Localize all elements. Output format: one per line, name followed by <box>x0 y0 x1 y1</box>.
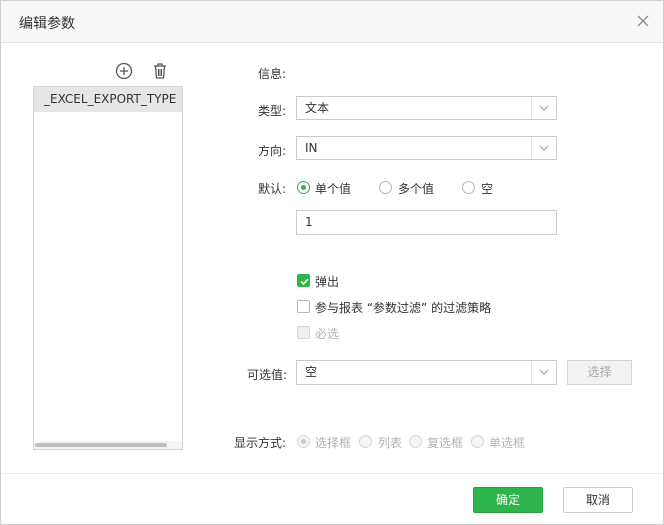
plus-circle-icon[interactable] <box>114 61 134 81</box>
select-button[interactable]: 选择 <box>567 360 632 385</box>
display-combobox-label: 选择框 <box>315 436 352 450</box>
join-filter-checkbox[interactable] <box>297 300 310 313</box>
default-value-input[interactable]: 1 <box>296 210 557 235</box>
list-item[interactable]: _EXCEL_EXPORT_TYPE <box>34 87 182 112</box>
default-empty-label[interactable]: 空 <box>481 180 493 197</box>
display-checkbox-label: 复选框 <box>427 436 464 450</box>
display-mode-label: 显示方式: <box>234 436 287 450</box>
display-list-label: 列表 <box>378 436 403 450</box>
dialog-header: 编辑参数 <box>1 1 663 43</box>
ok-button[interactable]: 确定 <box>473 487 543 513</box>
default-label: 默认: <box>258 182 287 196</box>
info-label: 信息: <box>258 67 287 81</box>
dialog-title: 编辑参数 <box>19 16 75 32</box>
trash-icon[interactable] <box>150 61 170 81</box>
display-combobox-radio[interactable] <box>297 435 310 448</box>
optional-values-select[interactable]: 空 <box>296 360 557 385</box>
default-single-radio[interactable] <box>297 181 310 194</box>
display-radiobox-radio[interactable] <box>471 435 484 448</box>
default-multiple-label[interactable]: 多个值 <box>398 180 434 197</box>
horizontal-scrollbar[interactable] <box>34 441 182 449</box>
required-label: 必选 <box>315 327 340 341</box>
optional-values-label: 可选值: <box>247 368 288 382</box>
popup-label[interactable]: 弹出 <box>315 273 339 290</box>
default-value-text: 1 <box>305 215 313 229</box>
scrollbar-thumb[interactable] <box>35 443 167 447</box>
direction-select[interactable]: IN <box>296 136 557 160</box>
display-radiobox-label: 单选框 <box>489 436 526 450</box>
chevron-down-icon[interactable] <box>531 361 556 384</box>
default-multiple-radio[interactable] <box>379 181 392 194</box>
chevron-down-icon[interactable] <box>531 97 556 119</box>
chevron-down-icon[interactable] <box>531 137 556 159</box>
close-icon[interactable] <box>633 11 653 31</box>
optional-values-value: 空 <box>305 365 318 379</box>
direction-select-value: IN <box>305 141 318 155</box>
parameter-list[interactable]: _EXCEL_EXPORT_TYPE <box>33 86 183 450</box>
required-checkbox[interactable] <box>297 326 310 339</box>
cancel-button[interactable]: 取消 <box>563 487 633 513</box>
type-select[interactable]: 文本 <box>296 96 557 120</box>
type-label: 类型: <box>258 104 287 118</box>
direction-label: 方向: <box>258 144 287 158</box>
display-checkbox-radio[interactable] <box>409 435 422 448</box>
default-empty-radio[interactable] <box>462 181 475 194</box>
edit-parameter-dialog: 编辑参数 _EXCEL_EXPORT_TYPE 信息: 类型: 文本 方向: I… <box>0 0 664 525</box>
display-list-radio[interactable] <box>359 435 372 448</box>
join-filter-label[interactable]: 参与报表 “参数过滤” 的过滤策略 <box>315 299 491 316</box>
default-single-label[interactable]: 单个值 <box>315 180 351 197</box>
popup-checkbox[interactable] <box>297 274 310 287</box>
type-select-value: 文本 <box>305 101 330 115</box>
